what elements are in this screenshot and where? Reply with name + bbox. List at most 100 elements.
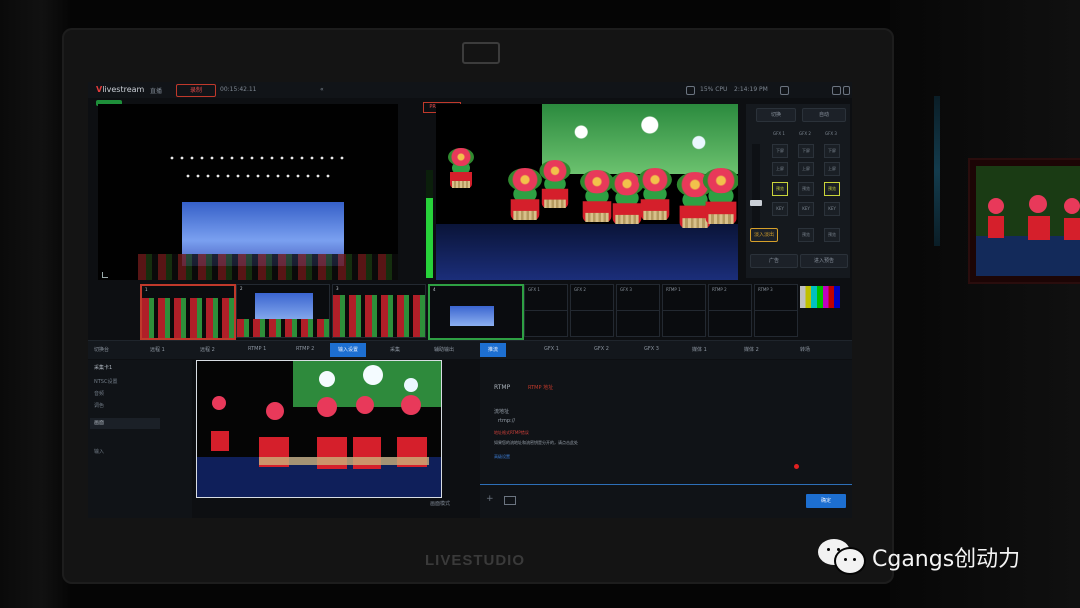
tab-remote-1[interactable]: 远程 1 <box>150 346 165 353</box>
output-icon[interactable] <box>504 496 516 505</box>
live-label[interactable]: 直播 <box>150 86 162 95</box>
tab-media-1[interactable]: 媒体 1 <box>692 346 707 353</box>
source-cell-rtmp2[interactable]: RTMP 2 <box>708 284 752 311</box>
preview-button-b[interactable]: 预览 <box>824 228 840 242</box>
expand-icon[interactable] <box>102 272 108 278</box>
ad-button[interactable]: 广告 <box>750 254 798 268</box>
tbar-handle[interactable] <box>750 200 762 206</box>
camera-notch <box>462 42 500 64</box>
tab-aux-output[interactable]: 辅助输出 <box>434 346 454 353</box>
gfx3-up-button[interactable]: 上屏 <box>824 162 840 176</box>
gfx2-up-button[interactable]: 上屏 <box>798 162 814 176</box>
bezel-brand: LIVESTUDIO <box>424 552 525 569</box>
gfx3-down-button[interactable]: 下屏 <box>824 144 840 158</box>
tab-gfx-3[interactable]: GFX 3 <box>644 346 659 352</box>
gfx2-key-button[interactable]: KEY <box>798 202 814 216</box>
preview-button-a[interactable]: 预览 <box>798 228 814 242</box>
flower-pot <box>636 168 675 220</box>
audio-meter <box>426 170 433 278</box>
source-thumb-2[interactable]: 2 <box>236 284 330 338</box>
source-cell-empty[interactable] <box>754 310 798 337</box>
stream-address-label: 流地址 <box>494 409 510 415</box>
tab-media-2[interactable]: 媒体 2 <box>744 346 759 353</box>
settings-item[interactable]: 输入 <box>94 448 104 455</box>
settings-item[interactable]: NTSC设置 <box>94 378 117 385</box>
rtmp-tab[interactable]: RTMP <box>494 384 510 391</box>
fullscreen-icon[interactable] <box>843 86 850 95</box>
tab-gfx-2[interactable]: GFX 2 <box>594 346 609 352</box>
record-button[interactable]: 录制 <box>176 84 216 97</box>
gfx2-down-button[interactable]: 下屏 <box>798 144 814 158</box>
picture-mode-label[interactable]: 画面模式 <box>430 500 450 507</box>
gfx1-key-button[interactable]: KEY <box>772 202 788 216</box>
tab-input-settings[interactable]: 输入设置 <box>330 343 367 357</box>
fade-button[interactable]: 淡入淡出 <box>750 228 778 242</box>
tab-rtmp-2[interactable]: RTMP 2 <box>296 346 314 352</box>
stage-floor-blue <box>436 224 738 280</box>
source-cell-gfx1[interactable]: GFX 1 <box>524 284 568 311</box>
settings-item[interactable]: 调色 <box>94 402 104 409</box>
auto-button[interactable]: 自动 <box>802 108 846 122</box>
source-cell-empty[interactable] <box>616 310 660 337</box>
source-cell-empty[interactable] <box>662 310 706 337</box>
switcher-control-panel: 切换 自动 GFX 1 GFX 2 GFX 3 下屏 下屏 下屏 上屏 上屏 上… <box>746 104 850 278</box>
gfx3-label: GFX 3 <box>825 131 837 136</box>
stage-lights <box>170 156 344 178</box>
side-monitor <box>968 158 1080 284</box>
gfx2-preview-button[interactable]: 预览 <box>798 182 814 196</box>
flower-pot <box>446 148 476 188</box>
confirm-button[interactable]: 确定 <box>806 494 846 508</box>
advanced-settings-link[interactable]: 高级设置 <box>494 454 510 460</box>
source-cell-empty[interactable] <box>524 310 568 337</box>
tab-transition[interactable]: 转场 <box>800 346 810 353</box>
module-tabs: 切换台 远程 1 远程 2 RTMP 1 RTMP 2 输入设置 采集 辅助输出… <box>88 340 852 359</box>
source-cell-gfx2[interactable]: GFX 2 <box>570 284 614 311</box>
rtmp-address-tab[interactable]: RTMP 地址 <box>528 384 553 391</box>
input-preview[interactable] <box>196 360 442 498</box>
source-thumbnails: 1 2 3 4 GFX 1 GFX 2 GFX 3 RTMP 1 RTMP 2 … <box>140 284 852 340</box>
tab-rtmp-1[interactable]: RTMP 1 <box>248 346 266 352</box>
tab-gfx-1[interactable]: GFX 1 <box>544 346 559 352</box>
address-error-text: 地址格式RTMP错误 <box>494 430 529 435</box>
source-cell-empty[interactable] <box>708 310 752 337</box>
transition-tbar[interactable] <box>750 144 762 234</box>
preview-next-button[interactable]: 进入预告 <box>800 254 848 268</box>
form-divider <box>480 484 852 485</box>
gfx1-up-button[interactable]: 上屏 <box>772 162 788 176</box>
add-icon[interactable]: + <box>486 494 494 504</box>
cut-button[interactable]: 切换 <box>756 108 796 122</box>
stream-address-input[interactable]: rtmp:// <box>498 418 515 424</box>
tab-remote-2[interactable]: 远程 2 <box>200 346 215 353</box>
gfx1-preview-button[interactable]: 预览 <box>772 182 788 196</box>
settings-item[interactable]: 音频 <box>94 390 104 397</box>
source-cell-empty[interactable] <box>570 310 614 337</box>
source-thumb-3[interactable]: 3 <box>332 284 426 338</box>
tab-capture[interactable]: 采集 <box>390 346 400 353</box>
gfx3-preview-button[interactable]: 预览 <box>824 182 840 196</box>
tab-stream[interactable]: 推流 <box>480 343 507 357</box>
gfx1-down-button[interactable]: 下屏 <box>772 144 788 158</box>
status-dot <box>794 464 799 469</box>
back-icon[interactable]: « <box>320 86 324 93</box>
source-cell-gfx3[interactable]: GFX 3 <box>616 284 660 311</box>
program-monitor[interactable] <box>436 104 738 280</box>
source-cell-rtmp1[interactable]: RTMP 1 <box>662 284 706 311</box>
monitor-icon[interactable] <box>686 86 695 95</box>
top-bar: Vlivestream 直播 录制 00:15:42.11 « 15% CPU … <box>88 82 852 98</box>
stream-settings-form: RTMP RTMP 地址 流地址 rtmp:// 地址格式RTMP错误 如果您的… <box>480 360 852 518</box>
address-hint-text: 如果您的流地址和流密钥是分开的，请点击此处 <box>494 440 578 445</box>
tab-switcher[interactable]: 切换台 <box>94 346 109 353</box>
storage-icon[interactable] <box>780 86 789 95</box>
source-cell-rtmp3[interactable]: RTMP 3 <box>754 284 798 311</box>
preview-monitor[interactable] <box>98 104 398 280</box>
timecode: 00:15:42.11 <box>220 86 257 93</box>
settings-icon[interactable] <box>832 86 841 95</box>
source-thumb-4[interactable]: 4 <box>428 284 524 340</box>
flower-pot <box>537 160 573 208</box>
app-screen: Vlivestream 直播 录制 00:15:42.11 « 15% CPU … <box>88 82 852 518</box>
settings-item-selected[interactable]: 画面 <box>90 418 160 429</box>
color-bars-source[interactable] <box>800 286 840 308</box>
stage-floor <box>138 254 398 280</box>
source-thumb-1[interactable]: 1 <box>140 284 236 340</box>
gfx3-key-button[interactable]: KEY <box>824 202 840 216</box>
